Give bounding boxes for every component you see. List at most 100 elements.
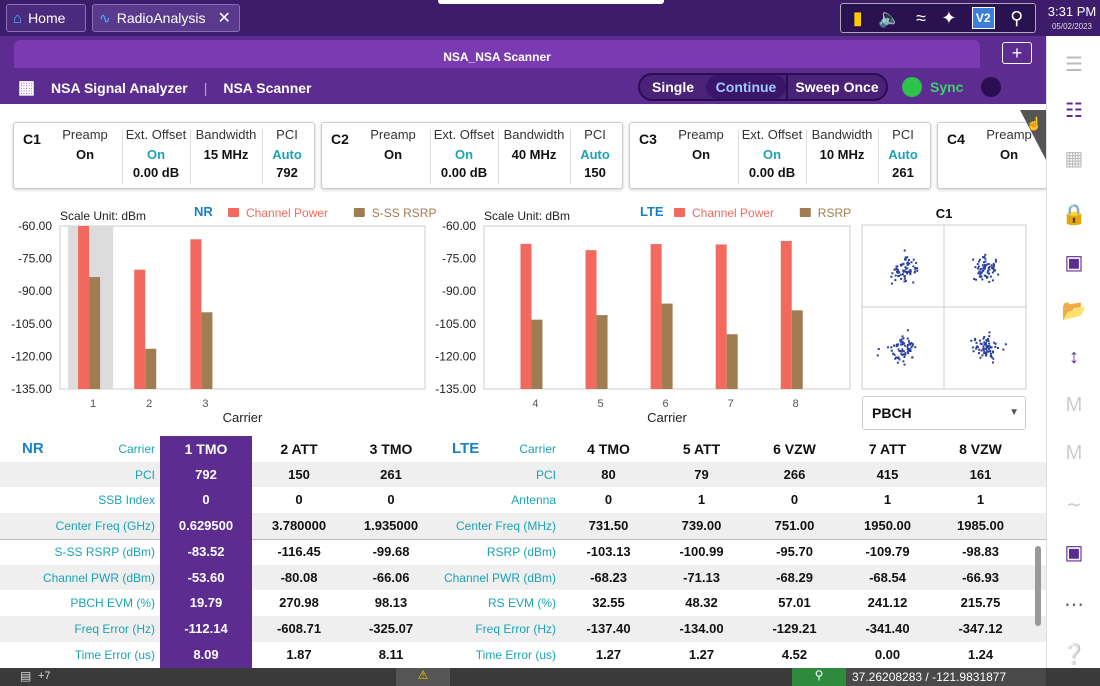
card-field-value: Auto	[272, 147, 302, 162]
constellation-point	[906, 350, 909, 353]
continue-button[interactable]: Continue	[706, 75, 786, 99]
hamburger-menu-icon[interactable]: ☰	[1047, 52, 1100, 77]
lock-icon[interactable]: 🔒	[1047, 202, 1100, 227]
constellation-point	[980, 343, 983, 346]
close-icon[interactable]: ✕	[217, 8, 230, 28]
constellation-point	[978, 258, 981, 261]
card-field-bw[interactable]: Bandwidth 40 MHz	[498, 127, 570, 165]
constellation-point	[974, 337, 977, 340]
constellation-point	[991, 266, 994, 269]
chart-tech-label: LTE	[640, 204, 664, 219]
card-field-offset[interactable]: Ext. Offset On 0.00 dB	[122, 127, 190, 183]
settings-sliders-icon[interactable]: ☷	[1047, 98, 1100, 123]
screenshot-icon[interactable]: ▣	[1047, 540, 1100, 565]
home-tab[interactable]: ⌂ Home	[6, 4, 86, 32]
card-field-preamp[interactable]: Preamp On	[664, 127, 738, 165]
grid-menu-icon[interactable]: ▦	[18, 77, 35, 98]
vnc-badge[interactable]: V2	[971, 7, 995, 29]
satellite-icon[interactable]: ✦	[941, 9, 956, 27]
folder-open-icon[interactable]: 📂	[1047, 298, 1100, 323]
card-divider	[498, 129, 499, 184]
channel-dropdown[interactable]: PBCH ▼	[862, 396, 1026, 430]
breadcrumb-divider: |	[203, 79, 208, 96]
constellation-point	[987, 267, 990, 270]
split-icon[interactable]: ↕	[1047, 346, 1100, 369]
constellation-point	[987, 347, 990, 350]
lte_table-carrier-header[interactable]: 7 ATT	[841, 436, 934, 462]
nr_table-cell: 8.09	[193, 646, 219, 662]
nr_table-carrier-header[interactable]: 2 ATT	[253, 436, 345, 462]
bar-rsrp	[726, 334, 738, 389]
constellation-point	[906, 262, 909, 265]
card-field-pci[interactable]: PCI Auto 792	[262, 127, 312, 183]
constellation-point	[911, 356, 914, 359]
help-icon[interactable]: ❔	[1047, 642, 1100, 667]
constellation-point	[984, 253, 987, 256]
constellation-point	[981, 264, 984, 267]
constellation-point	[896, 361, 899, 364]
breadcrumb-signal-analyzer[interactable]: NSA Signal Analyzer	[51, 80, 188, 96]
lte_table-carrier-header[interactable]: 5 ATT	[655, 436, 748, 462]
constellation-point	[901, 342, 904, 345]
card-field-header: Preamp	[370, 127, 416, 142]
lte_table-cell: -66.93	[962, 569, 999, 585]
constellation-point	[980, 268, 983, 271]
card-field-preamp[interactable]: Preamp On	[48, 127, 122, 165]
card-field-pci[interactable]: PCI Auto 150	[570, 127, 620, 183]
lte_table-cell: 48.32	[685, 595, 718, 611]
constellation-point	[892, 352, 895, 355]
breadcrumb-nsa-scanner[interactable]: NSA Scanner	[223, 80, 311, 96]
card-field-header: PCI	[584, 127, 606, 142]
warning-icon[interactable]: ⚠	[396, 668, 450, 686]
save-icon[interactable]: ▣	[1047, 250, 1100, 275]
carrier-card-c1[interactable]: C1 Preamp On Ext. Offset On 0.00 dB Bandwidth 1…	[13, 122, 315, 189]
add-button[interactable]: +	[1002, 42, 1032, 64]
gps-icon[interactable]: ⚲	[1010, 9, 1023, 27]
card-field-bw[interactable]: Bandwidth 15 MHz	[190, 127, 262, 165]
nr_table-carrier-header[interactable]: 1 TMO	[160, 436, 252, 462]
table-scrollbar[interactable]	[1035, 546, 1041, 626]
notification-icon[interactable]: ▤	[20, 669, 31, 683]
constellation-point	[988, 350, 991, 353]
lte_table-cell: 80	[601, 466, 616, 482]
constellation-point	[987, 262, 990, 265]
card-field-value: On	[75, 147, 95, 162]
nr_table-cell: 0	[202, 492, 210, 508]
card-field-pci[interactable]: PCI Auto 261	[878, 127, 928, 183]
lte_table-carrier-header[interactable]: 4 TMO	[562, 436, 655, 462]
lte_table-cell: 1	[883, 492, 892, 508]
sweep-once-button[interactable]: Sweep Once	[786, 75, 886, 99]
card-field-offset[interactable]: Ext. Offset On 0.00 dB	[738, 127, 806, 183]
marker-table-icon: M	[1065, 442, 1083, 464]
lte_table-carrier-header[interactable]: 6 VZW	[748, 436, 841, 462]
notch-handle[interactable]	[438, 0, 664, 4]
card-field-offset[interactable]: Ext. Offset On 0.00 dB	[430, 127, 498, 183]
system-top-bar: ⌂ Home ∿ RadioAnalysis ✕ ▮ 🔈 ≈ ✦ V2 ⚲ 3:…	[0, 0, 1100, 36]
carrier-card-c2[interactable]: C2 Preamp On Ext. Offset On 0.00 dB Bandwidth 4…	[321, 122, 623, 189]
wifi-icon[interactable]: ≈	[916, 9, 926, 27]
nr_table-row-label: Channel PWR (dBm)	[42, 570, 155, 585]
card-field-bw[interactable]: Bandwidth 10 MHz	[806, 127, 878, 165]
card-field-preamp[interactable]: Preamp On	[356, 127, 430, 165]
constellation-point	[895, 265, 898, 268]
card-field-header: Preamp	[678, 127, 724, 142]
radioanalysis-tab[interactable]: ∿ RadioAnalysis ✕	[92, 4, 240, 32]
nr_table-cell: 150	[288, 466, 310, 482]
constellation-point	[975, 341, 978, 344]
sync-indicator[interactable]: Sync	[902, 77, 1002, 97]
volume-icon[interactable]: 🔈	[878, 9, 900, 27]
lte_table-carrier-header[interactable]: 8 VZW	[934, 436, 1027, 462]
more-icon[interactable]: ⋯	[1047, 592, 1100, 617]
constellation-point	[974, 266, 977, 269]
carrier-card-c3[interactable]: C3 Preamp On Ext. Offset On 0.00 dB Bandwidth 1…	[629, 122, 931, 189]
clock-date: 05/02/2023	[1051, 22, 1093, 31]
constellation-point	[904, 353, 907, 356]
lte_table-row-label: Channel PWR (dBm)	[443, 570, 556, 585]
table-view-icon[interactable]: ▦	[1047, 146, 1100, 171]
y-tick-label: -60.00	[18, 219, 52, 233]
single-button[interactable]: Single	[640, 79, 706, 95]
legend-label: Channel Power	[692, 206, 774, 220]
constellation-point	[876, 354, 879, 357]
y-tick-label: -75.00	[442, 252, 476, 266]
nr_table-cell: 270.98	[279, 595, 319, 611]
